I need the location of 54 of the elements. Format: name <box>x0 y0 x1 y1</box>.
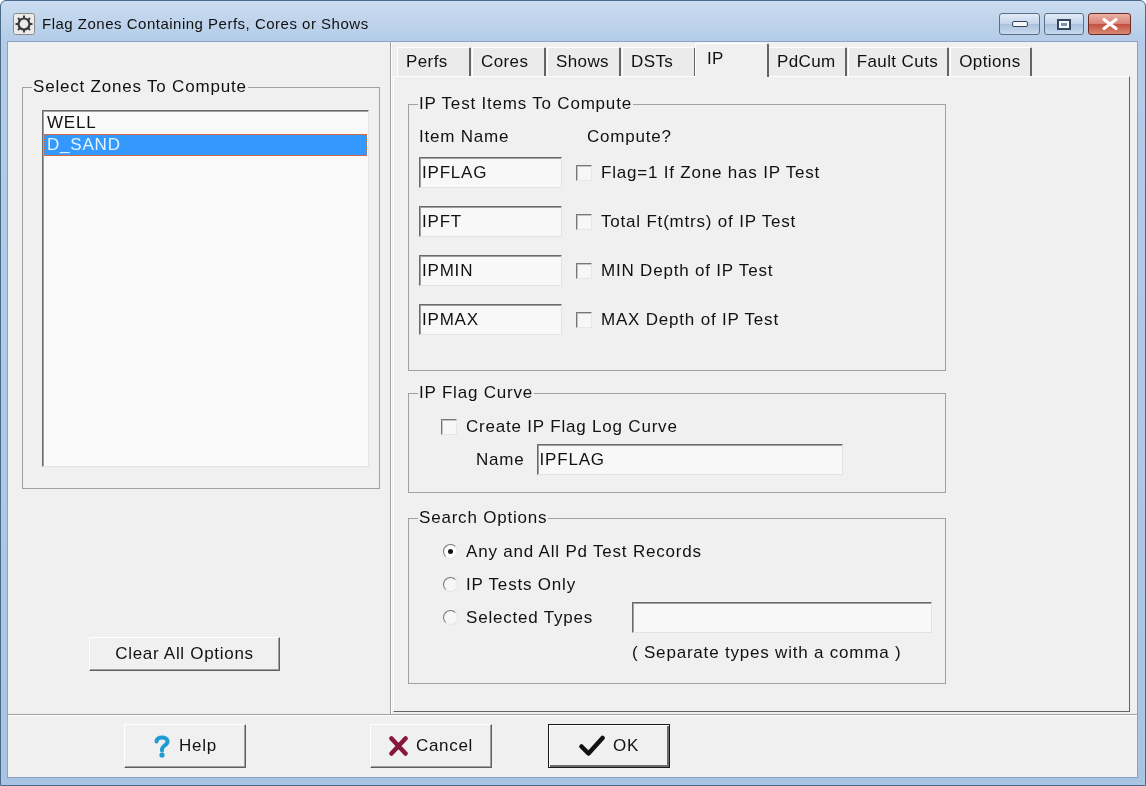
minimize-icon <box>1011 21 1028 27</box>
item-name-field[interactable]: IPFLAG <box>419 157 562 188</box>
radio-button[interactable] <box>443 544 458 559</box>
checkbox[interactable] <box>441 419 457 435</box>
item-name-field[interactable]: IPMIN <box>419 255 562 286</box>
radio-button[interactable] <box>443 577 458 592</box>
column-header: Compute? <box>587 127 672 147</box>
minimize-button[interactable] <box>999 13 1040 35</box>
tab[interactable]: Cores <box>472 47 546 76</box>
tab[interactable]: Options <box>950 47 1032 76</box>
maximize-button[interactable] <box>1044 13 1084 35</box>
group-title: Select Zones To Compute <box>32 77 248 97</box>
help-icon <box>153 734 172 758</box>
gear-icon <box>13 13 35 35</box>
list-item[interactable]: WELL <box>44 112 367 134</box>
checkbox-label[interactable]: MIN Depth of IP Test <box>601 260 774 281</box>
tab[interactable]: PdCum <box>768 47 847 76</box>
types-field[interactable] <box>632 602 932 633</box>
tab[interactable]: Perfs <box>397 47 471 76</box>
tab[interactable]: IP <box>695 43 769 77</box>
hint-text: ( Separate types with a comma ) <box>632 643 902 663</box>
checkbox[interactable] <box>576 213 592 230</box>
close-icon <box>1101 18 1118 30</box>
tab[interactable]: DSTs <box>622 47 696 76</box>
checkbox[interactable] <box>576 164 592 181</box>
field-label: Name <box>476 449 525 470</box>
checkbox-label[interactable]: MAX Depth of IP Test <box>601 309 779 330</box>
tab[interactable]: Shows <box>547 47 621 76</box>
name-field[interactable]: IPFLAG <box>536 444 843 475</box>
clear-button[interactable]: Clear All Options <box>89 637 280 671</box>
radio-label[interactable]: Any and All Pd Test Records <box>466 541 702 562</box>
group-title: IP Test Items To Compute <box>418 94 633 114</box>
maximize-icon <box>1057 18 1071 30</box>
checkbox-label[interactable]: Create IP Flag Log Curve <box>466 417 678 437</box>
ok-button[interactable]: OK <box>548 724 670 768</box>
check-icon <box>579 735 605 757</box>
checkbox[interactable] <box>576 311 592 328</box>
radio-label[interactable]: IP Tests Only <box>466 574 576 595</box>
radio-label[interactable]: Selected Types <box>466 607 594 628</box>
tab[interactable]: Fault Cuts <box>847 47 950 76</box>
radio-button[interactable] <box>443 610 458 625</box>
item-name-field[interactable]: IPMAX <box>419 304 562 335</box>
group-title: Search Options <box>418 508 549 528</box>
help-button[interactable]: Help <box>124 724 246 768</box>
group-title: IP Flag Curve <box>418 383 535 403</box>
checkbox-label[interactable]: Total Ft(mtrs) of IP Test <box>601 211 797 232</box>
item-name-field[interactable]: IPFT <box>419 206 562 237</box>
close-button[interactable] <box>1088 13 1131 35</box>
cross-icon <box>388 736 408 756</box>
checkbox-label[interactable]: Flag=1 If Zone has IP Test <box>601 162 821 183</box>
cancel-button[interactable]: Cancel <box>370 724 492 768</box>
checkbox[interactable] <box>576 262 592 279</box>
column-header: Item Name <box>419 127 511 147</box>
window-title: Flag Zones Containing Perfs, Cores or Shows <box>42 15 369 33</box>
